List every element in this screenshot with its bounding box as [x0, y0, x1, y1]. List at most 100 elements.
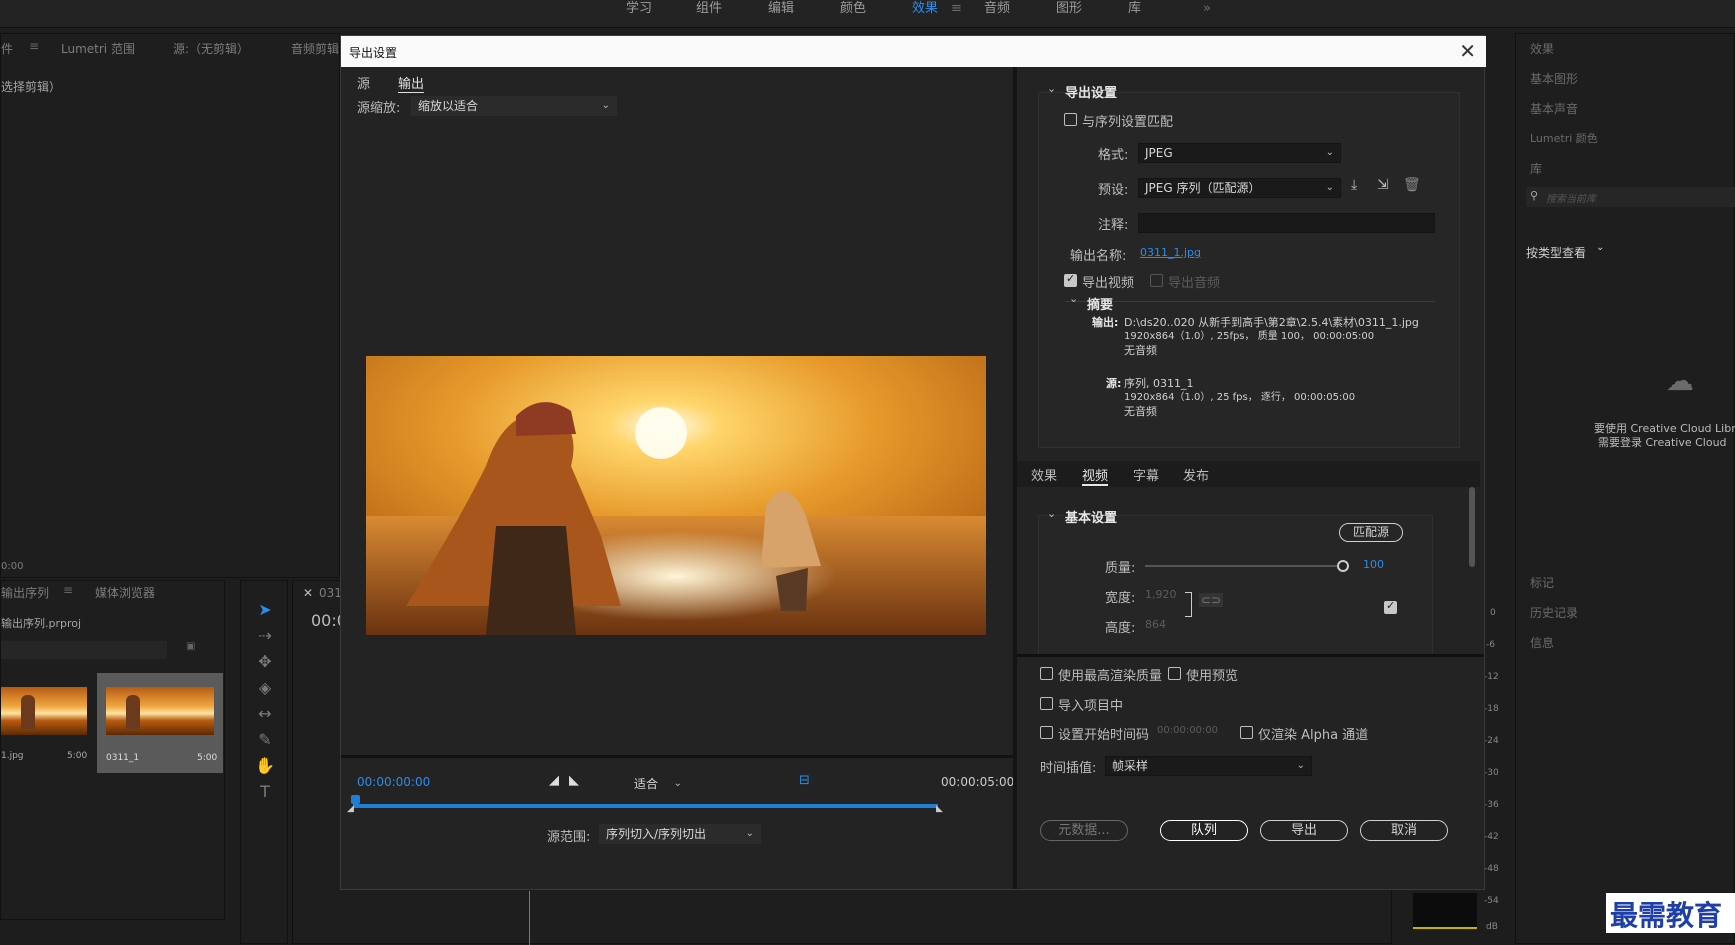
source-scale-dropdown[interactable]: 缩放以适合 ⌄: [411, 96, 617, 116]
slip-tool-icon[interactable]: ↔: [251, 703, 279, 725]
pen-tool-icon[interactable]: ✎: [251, 729, 279, 751]
time-interpolation-dropdown[interactable]: 帧采样 ⌄: [1105, 756, 1312, 776]
start-timecode-value[interactable]: 00:00:00:00: [1157, 725, 1218, 736]
close-icon[interactable]: ✕: [1459, 39, 1476, 63]
track-select-tool-icon[interactable]: ⇢: [251, 625, 279, 647]
set-out-point-icon[interactable]: ◣: [569, 773, 579, 788]
cancel-button[interactable]: 取消: [1360, 820, 1448, 841]
panel-item-essential-sound[interactable]: 基本声音: [1530, 100, 1578, 117]
project-item[interactable]: 1.jpg 5:00: [1, 673, 95, 769]
export-button[interactable]: 导出: [1260, 820, 1348, 841]
panel-item-info[interactable]: 信息: [1530, 634, 1554, 651]
in-point-marker-icon[interactable]: ◢: [347, 804, 354, 814]
import-project-checkbox[interactable]: [1040, 697, 1053, 710]
workspace-tab-effects[interactable]: 效果: [912, 0, 938, 18]
preset-dropdown[interactable]: JPEG 序列（匹配源） ⌄: [1138, 178, 1341, 198]
quality-slider[interactable]: [1145, 565, 1345, 567]
match-sequence-checkbox[interactable]: [1064, 113, 1077, 126]
workspace-tab-color[interactable]: 颜色: [840, 0, 866, 18]
collapse-export-settings-icon[interactable]: ⌄: [1047, 82, 1056, 95]
workspace-tab-editing[interactable]: 编辑: [768, 0, 794, 18]
panel-menu-icon[interactable]: ≡: [29, 39, 39, 53]
source-range-dropdown[interactable]: 序列切入/序列切出 ⌄: [599, 824, 761, 844]
output-name-link[interactable]: 0311_1.jpg: [1140, 246, 1201, 259]
type-tool-icon[interactable]: T: [251, 781, 279, 803]
workspace-tab-graphics[interactable]: 图形: [1056, 0, 1082, 18]
link-icon[interactable]: ⊂⊃: [1199, 593, 1224, 607]
set-in-point-icon[interactable]: ◢: [549, 773, 559, 788]
export-video-label: 导出视频: [1082, 276, 1135, 291]
panel-item-lumetri-color[interactable]: Lumetri 颜色: [1530, 130, 1598, 146]
right-panel: 效果 基本图形 基本声音 Lumetri 颜色 库 ⚲ 搜索当前库 按类型查看 …: [1515, 33, 1735, 944]
aspect-correction-icon[interactable]: ⊟: [799, 773, 810, 788]
panel-item-libraries[interactable]: 库: [1530, 160, 1542, 177]
quality-value[interactable]: 100: [1363, 558, 1384, 571]
project-tab-media-browser[interactable]: 媒体浏览器: [95, 584, 155, 601]
project-item-selected[interactable]: 0311_1 5:00: [97, 673, 223, 773]
width-label: 宽度:: [1105, 591, 1136, 606]
tab-captions[interactable]: 字幕: [1133, 465, 1159, 484]
current-timecode[interactable]: 00:00:00:00: [357, 775, 430, 789]
quality-slider-handle[interactable]: [1337, 560, 1349, 572]
workspace-menu-icon[interactable]: ≡: [951, 0, 962, 18]
height-value[interactable]: 864: [1145, 618, 1166, 631]
project-search-input[interactable]: [1, 641, 167, 659]
format-dropdown[interactable]: JPEG ⌄: [1138, 143, 1341, 163]
panel-item-history[interactable]: 历史记录: [1530, 604, 1578, 621]
scrollbar[interactable]: [1469, 487, 1475, 567]
tab-video[interactable]: 视频: [1082, 465, 1109, 486]
queue-button[interactable]: 队列: [1160, 820, 1248, 841]
comment-input[interactable]: [1138, 213, 1435, 233]
collapse-basic-settings-icon[interactable]: ⌄: [1047, 507, 1056, 520]
source-range-bar[interactable]: [353, 804, 938, 808]
collapse-summary-icon[interactable]: ⌄: [1069, 292, 1078, 305]
use-previews-checkbox[interactable]: [1168, 667, 1181, 680]
hand-tool-icon[interactable]: ✋: [251, 755, 279, 777]
workspace-tab-learn[interactable]: 学习: [626, 0, 652, 18]
timeline-close-icon[interactable]: ✕: [303, 586, 313, 600]
playhead[interactable]: [529, 891, 530, 945]
meter-tick: 0: [1490, 608, 1496, 618]
workspace-tab-libraries[interactable]: 库: [1128, 0, 1141, 18]
project-menu-icon[interactable]: ≡: [63, 583, 73, 597]
out-point-marker-icon[interactable]: ◣: [936, 804, 943, 814]
playhead-handle[interactable]: [351, 795, 360, 804]
export-audio-label: 导出音频: [1168, 276, 1221, 291]
workspace-tab-assembly[interactable]: 组件: [696, 0, 722, 18]
tab-output[interactable]: 输出: [398, 73, 425, 93]
chevron-down-icon[interactable]: ⌄: [1596, 242, 1604, 253]
ripple-edit-tool-icon[interactable]: ✥: [251, 651, 279, 673]
fit-dropdown[interactable]: 适合 ⌄: [627, 774, 689, 794]
tab-source[interactable]: 源: [357, 73, 370, 92]
max-render-quality-checkbox[interactable]: [1040, 667, 1053, 680]
project-tab-sequence[interactable]: 输出序列: [1, 584, 49, 601]
razor-tool-icon[interactable]: ◈: [251, 677, 279, 699]
match-source-button[interactable]: 匹配源: [1339, 523, 1403, 542]
panel-item-markers[interactable]: 标记: [1530, 574, 1554, 591]
panel-tab-audio-clip[interactable]: 音频剪辑: [291, 40, 339, 57]
delete-preset-icon[interactable]: 🗑: [1403, 177, 1421, 193]
width-value[interactable]: 1,920: [1145, 588, 1177, 601]
library-search-input[interactable]: ⚲ 搜索当前库: [1526, 187, 1735, 207]
video-settings-scroll[interactable]: ⌄ 基本设置 匹配源 质量: 100 宽度: 1,920 高度: 864 ⊂⊃: [1017, 487, 1480, 654]
set-start-timecode-checkbox[interactable]: [1040, 726, 1053, 739]
alpha-only-checkbox[interactable]: [1240, 726, 1253, 739]
metadata-button[interactable]: 元数据...: [1040, 820, 1128, 841]
import-preset-icon[interactable]: ⇲: [1377, 177, 1389, 193]
workspace-tab-audio[interactable]: 音频: [984, 0, 1010, 18]
export-video-checkbox[interactable]: [1064, 272, 1077, 287]
tab-publish[interactable]: 发布: [1183, 465, 1209, 484]
workspace-overflow-icon[interactable]: »: [1203, 0, 1211, 18]
export-audio-checkbox[interactable]: [1150, 274, 1163, 287]
view-by-type-dropdown[interactable]: 按类型查看: [1526, 244, 1586, 261]
panel-item-effects[interactable]: 效果: [1530, 40, 1554, 57]
panel-item-essential-graphics[interactable]: 基本图形: [1530, 70, 1578, 87]
selection-tool-icon[interactable]: ➤: [251, 599, 279, 621]
save-preset-icon[interactable]: ⤓: [1351, 177, 1357, 193]
tab-effects[interactable]: 效果: [1031, 465, 1057, 484]
panel-tab-source[interactable]: 源:（无剪辑）: [173, 40, 249, 57]
panel-tab-clip[interactable]: 件: [1, 40, 13, 57]
panel-tab-lumetri-scopes[interactable]: Lumetri 范围: [61, 40, 135, 57]
new-bin-icon[interactable]: ▣: [186, 641, 195, 652]
resize-checkbox[interactable]: [1384, 599, 1397, 614]
